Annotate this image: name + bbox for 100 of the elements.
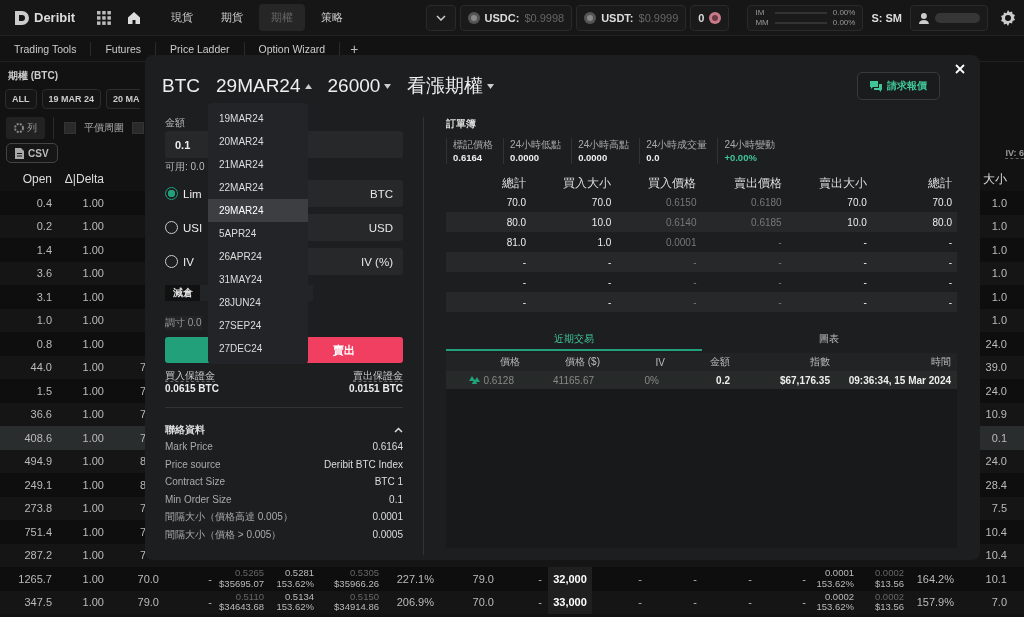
table-cell-text: 0.6180 bbox=[750, 196, 783, 208]
table-cell-text: - bbox=[862, 276, 868, 288]
checkbox-label: 平價周圍 bbox=[84, 121, 124, 135]
account-mode: S: SM bbox=[871, 11, 902, 24]
table-cell-text: 1.00 bbox=[81, 408, 105, 421]
table-cell-text: 287.2 bbox=[23, 549, 53, 562]
column-header: 指數 bbox=[809, 355, 831, 369]
table-cell-text: 153.62% bbox=[275, 578, 314, 590]
table-cell-text: 1.00 bbox=[81, 572, 105, 585]
table-cell-text: 36.6 bbox=[29, 408, 53, 421]
table-cell-text: - bbox=[207, 596, 213, 609]
table-cell-text: 227.1% bbox=[395, 572, 435, 585]
table-cell-text: 494.9 bbox=[23, 455, 53, 468]
table-cell-text: - bbox=[747, 572, 753, 585]
table-cell-text: 44.0 bbox=[29, 361, 53, 374]
table-cell-text: 24.0 bbox=[984, 455, 1008, 468]
table-cell-text: - bbox=[692, 296, 698, 308]
table-cell-text: 0.4 bbox=[35, 196, 53, 209]
table-cell-text: 28.4 bbox=[984, 478, 1008, 491]
column-header: 賣出價格 bbox=[732, 174, 783, 192]
table-cell-text: - bbox=[607, 276, 613, 288]
column-header: 賣出大小 bbox=[817, 174, 868, 192]
table-cell-text: 0.5265 bbox=[233, 568, 264, 579]
column-header: 買入價格 bbox=[647, 174, 698, 192]
table-cell-text: - bbox=[777, 276, 783, 288]
table-cell-text: $13.56 bbox=[873, 602, 904, 613]
info-value: 0.0005 bbox=[372, 527, 403, 542]
section-title: 聯絡資料 bbox=[165, 423, 205, 437]
table-cell: 8 bbox=[140, 455, 147, 468]
margin-label: 買入保證金 bbox=[165, 370, 215, 382]
table-cell-text: 0.5134 bbox=[283, 591, 314, 603]
table-cell-text: - bbox=[637, 596, 643, 609]
table-cell-text: 70.0 bbox=[505, 196, 528, 208]
table-cell-text: 1.0 bbox=[596, 236, 613, 248]
table-cell-text: - bbox=[777, 256, 783, 268]
info-value: 0.0001 bbox=[372, 510, 403, 525]
table-cell-text: 10.0 bbox=[846, 216, 868, 228]
table-cell-text: 1.0 bbox=[990, 290, 1008, 303]
panel-title: 期權 (BTC) bbox=[8, 69, 58, 83]
margin-value: 0.00% bbox=[832, 7, 856, 18]
column-header: 總計 bbox=[501, 174, 528, 192]
info-label: 間隔大小（價格 > 0.005） bbox=[165, 527, 282, 542]
stat-label: 24小時高點 bbox=[578, 138, 630, 151]
table-cell-text: - bbox=[862, 236, 868, 248]
notification-count: 0 bbox=[698, 11, 705, 24]
table-cell-text: $35966.26 bbox=[333, 578, 379, 590]
table-cell-text: 1.00 bbox=[81, 596, 105, 609]
table-cell-text: - bbox=[777, 296, 783, 308]
table-cell-text: 1.00 bbox=[81, 431, 105, 444]
table-cell: 8 bbox=[140, 478, 147, 491]
table-cell-text: - bbox=[947, 236, 953, 248]
table-cell-text: $67,176.35 bbox=[778, 374, 831, 386]
table-cell-text: - bbox=[521, 256, 528, 268]
margin-value: 0.0151 BTC bbox=[349, 382, 403, 395]
radio-label: USI bbox=[183, 221, 203, 234]
instrument-name: BTC bbox=[162, 75, 200, 97]
info-value: 0.6164 bbox=[372, 440, 403, 454]
table-cell-text: 206.9% bbox=[395, 596, 435, 609]
table-cell-text: - bbox=[692, 596, 698, 609]
ticker-price: $0.9999 bbox=[638, 11, 679, 24]
section-title: 訂單簿 bbox=[446, 117, 477, 131]
table-cell-text: 24.0 bbox=[984, 337, 1008, 350]
table-cell-text: 10.9 bbox=[984, 408, 1008, 421]
table-cell-text: 0.8 bbox=[35, 337, 53, 350]
margin-value: 0.0615 BTC bbox=[165, 382, 219, 395]
margin-value: 0.00% bbox=[832, 17, 856, 28]
table-cell-text: 0.5150 bbox=[348, 591, 379, 603]
table-cell-text: 10.4 bbox=[984, 549, 1008, 562]
table-cell-text: - bbox=[521, 276, 528, 288]
radio-label: IV bbox=[183, 255, 194, 268]
table-cell-text: - bbox=[207, 572, 213, 585]
table-cell-text: - bbox=[537, 596, 543, 609]
table-cell-text: - bbox=[947, 256, 953, 268]
info-label: Contract Size bbox=[165, 475, 226, 490]
table-cell-text: 751.4 bbox=[23, 525, 53, 538]
table-cell-text: 273.8 bbox=[23, 502, 53, 515]
table-cell-text: 0.2 bbox=[715, 374, 731, 386]
table-cell-text: 1.4 bbox=[35, 243, 53, 256]
table-cell-text: 1.00 bbox=[81, 196, 105, 209]
table-cell-text: 10.1 bbox=[984, 572, 1008, 585]
radio-label: Lim bbox=[183, 187, 202, 200]
table-cell-text: 1.00 bbox=[81, 361, 105, 374]
stat-label: 24小時低點 bbox=[510, 138, 562, 151]
table-cell-text: 1.00 bbox=[81, 220, 105, 233]
table-cell-text: 1.00 bbox=[81, 243, 105, 256]
info-label: Min Order Size bbox=[165, 492, 232, 507]
margin-label: IM bbox=[755, 7, 766, 18]
stat-value: 0.6164 bbox=[453, 151, 484, 164]
table-cell-text: 0.6128 bbox=[483, 374, 515, 386]
table-cell-text: 1.00 bbox=[81, 314, 105, 327]
table-cell-text: 41165.67 bbox=[553, 374, 595, 386]
iv-label: IV: 6 bbox=[1005, 147, 1024, 159]
table-cell-text: 0.6140 bbox=[664, 216, 698, 228]
table-cell-text: 10.4 bbox=[984, 525, 1008, 538]
table-cell-text: 3.1 bbox=[35, 290, 53, 303]
table-cell-text: 80.0 bbox=[505, 216, 528, 228]
stat-label: 24小時成交量 bbox=[646, 138, 708, 151]
stat-value: 0.0 bbox=[646, 151, 661, 164]
table-cell-text: 1.00 bbox=[81, 525, 105, 538]
table-cell-text: 1.00 bbox=[81, 337, 105, 350]
